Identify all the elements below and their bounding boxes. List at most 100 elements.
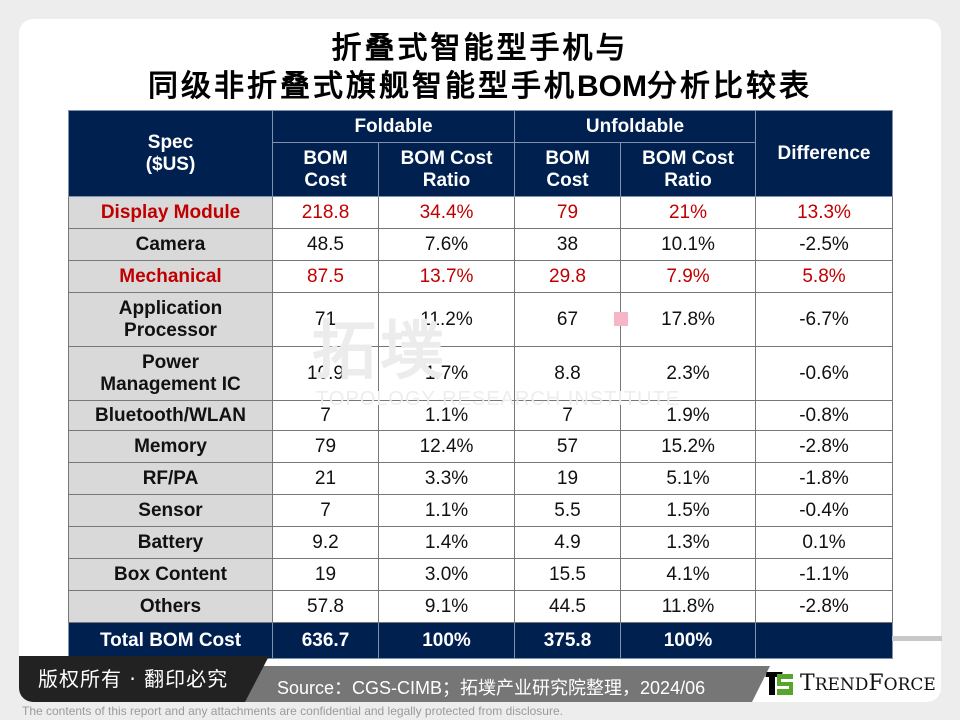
total-label: Total BOM Cost bbox=[68, 622, 273, 659]
title-line-1: 折叠式智能型手机与 bbox=[331, 31, 629, 66]
title-line-2-post: 分析比较表 bbox=[647, 69, 812, 104]
cell-foldable-ratio: 3.0% bbox=[378, 558, 515, 591]
header-foldable-ratio: BOM Cost Ratio bbox=[378, 142, 515, 197]
cell-spec: Box Content bbox=[68, 558, 273, 591]
title-line-2-bom: BOM bbox=[577, 70, 647, 103]
cell-spec: Memory bbox=[68, 430, 273, 463]
cell-spec: Application Processor bbox=[68, 292, 273, 347]
cell-unfoldable-ratio: 15.2% bbox=[619, 430, 757, 463]
cell-unfoldable-bom-cost: 38 bbox=[514, 228, 621, 261]
logo-letter: F bbox=[868, 670, 884, 696]
cell-unfoldable-ratio: 4.1% bbox=[619, 558, 757, 591]
watermark-logo-cn: 拓墣 bbox=[312, 315, 448, 389]
cell-spec: Camera bbox=[68, 228, 273, 261]
spec-label: Sensor bbox=[138, 499, 203, 521]
cell-spec: Power Management IC bbox=[68, 346, 273, 401]
cell-foldable-bom-cost: 9.2 bbox=[272, 526, 379, 559]
cell-foldable-ratio: 1.1% bbox=[378, 494, 515, 527]
table-row: RF/PA 21 3.3% 19 5.1% -1.8% bbox=[68, 462, 894, 495]
cell-foldable-ratio: 1.4% bbox=[378, 526, 515, 559]
header-text: Ratio bbox=[422, 169, 471, 191]
cell-foldable-bom-cost: 87.5 bbox=[272, 260, 379, 293]
total-row: Total BOM Cost 636.7 100% 375.8 100% bbox=[68, 622, 894, 659]
cell-unfoldable-ratio: 7.9% bbox=[619, 260, 757, 293]
total-foldable-bom-cost: 636.7 bbox=[272, 622, 379, 659]
spec-label: Mechanical bbox=[119, 265, 222, 287]
cell-foldable-bom-cost: 21 bbox=[272, 462, 379, 495]
header-unfoldable-ratio: BOM Cost Ratio bbox=[619, 142, 757, 197]
cell-foldable-bom-cost: 48.5 bbox=[272, 228, 379, 261]
cell-foldable-ratio: 13.7% bbox=[378, 260, 515, 293]
watermark-dot-icon bbox=[614, 312, 628, 326]
header-unfoldable-bom-cost: BOM Cost bbox=[514, 142, 621, 197]
cell-foldable-bom-cost: 218.8 bbox=[272, 196, 379, 229]
table-row: Application Processor 71 11.2% 67 17.8% -6.7% bbox=[68, 292, 894, 347]
header-spec: Spec ($US) bbox=[68, 110, 273, 197]
total-difference bbox=[755, 622, 894, 659]
cell-foldable-bom-cost: 57.8 bbox=[272, 590, 379, 623]
watermark-logo-en: TOPOLOGY RESEARCH INSTITUTE bbox=[316, 388, 681, 410]
cell-unfoldable-ratio: 11.8% bbox=[619, 590, 757, 623]
header-unfoldable: Unfoldable bbox=[513, 110, 757, 143]
spec-label: Camera bbox=[135, 233, 206, 255]
cell-difference: -2.8% bbox=[755, 590, 894, 623]
cell-unfoldable-bom-cost: 15.5 bbox=[514, 558, 621, 591]
cell-unfoldable-bom-cost: 44.5 bbox=[514, 590, 621, 623]
table-row: Sensor 7 1.1% 5.5 1.5% -0.4% bbox=[68, 494, 894, 527]
header-text: BOM bbox=[545, 147, 590, 169]
title-line-2-pre: 同级非折叠式旗舰智能型手机 bbox=[148, 69, 577, 104]
cell-difference: -0.8% bbox=[755, 400, 894, 431]
header-text: BOM Cost bbox=[642, 147, 734, 169]
header-spec-unit: ($US) bbox=[145, 153, 196, 175]
spec-label: Power bbox=[141, 351, 200, 373]
trendforce-logo-text: TRENDFORCE bbox=[800, 671, 936, 696]
spec-label: Others bbox=[139, 595, 202, 617]
header-text: Ratio bbox=[664, 169, 712, 191]
table-row: Box Content 19 3.0% 15.5 4.1% -1.1% bbox=[68, 558, 894, 591]
cell-difference: -2.8% bbox=[755, 430, 894, 463]
cell-difference: -2.5% bbox=[755, 228, 894, 261]
header-foldable: Foldable bbox=[272, 110, 515, 143]
page-title: 折叠式智能型手机与 同级非折叠式旗舰智能型手机BOM分析比较表 bbox=[0, 30, 960, 106]
header-text: Cost bbox=[304, 169, 347, 191]
source-text: Source：CGS-CIMB；拓墣产业研究院整理，2024/06 bbox=[277, 678, 706, 698]
cell-unfoldable-ratio: 1.3% bbox=[619, 526, 757, 559]
cell-foldable-bom-cost: 79 bbox=[272, 430, 379, 463]
cell-unfoldable-bom-cost: 19 bbox=[514, 462, 621, 495]
cell-unfoldable-bom-cost: 29.8 bbox=[514, 260, 621, 293]
cell-foldable-ratio: 3.3% bbox=[378, 462, 515, 495]
cell-unfoldable-ratio: 21% bbox=[619, 196, 757, 229]
cell-spec: Sensor bbox=[68, 494, 273, 527]
cell-foldable-bom-cost: 19 bbox=[272, 558, 379, 591]
cell-difference: -0.6% bbox=[755, 346, 894, 401]
header-text: BOM bbox=[303, 147, 348, 169]
bom-comparison-table: Spec ($US) Foldable Unfoldable Differenc… bbox=[68, 110, 894, 659]
cell-spec: Others bbox=[68, 590, 273, 623]
cell-difference: 13.3% bbox=[755, 196, 894, 229]
table-row: Others 57.8 9.1% 44.5 11.8% -2.8% bbox=[68, 590, 894, 623]
cell-difference: 5.8% bbox=[755, 260, 894, 293]
cell-difference: -0.4% bbox=[755, 494, 894, 527]
cell-difference: -1.8% bbox=[755, 462, 894, 495]
logo-letters: ORCE bbox=[883, 674, 936, 695]
cell-unfoldable-ratio: 5.1% bbox=[619, 462, 757, 495]
header-text: BOM Cost bbox=[400, 147, 493, 169]
cell-unfoldable-bom-cost: 4.9 bbox=[514, 526, 621, 559]
cell-unfoldable-bom-cost: 67 bbox=[514, 292, 621, 347]
spec-label: RF/PA bbox=[142, 467, 199, 489]
spec-label: Bluetooth/WLAN bbox=[95, 404, 246, 426]
spec-label: Battery bbox=[137, 531, 204, 553]
cell-unfoldable-ratio: 17.8% bbox=[619, 292, 757, 347]
table-row: Memory 79 12.4% 57 15.2% -2.8% bbox=[68, 430, 894, 463]
cell-foldable-ratio: 7.6% bbox=[378, 228, 515, 261]
cell-spec: Display Module bbox=[68, 196, 273, 229]
disclaimer-text: The contents of this report and any atta… bbox=[22, 704, 563, 718]
total-foldable-ratio: 100% bbox=[378, 622, 515, 659]
cell-unfoldable-bom-cost: 79 bbox=[514, 196, 621, 229]
total-unfoldable-ratio: 100% bbox=[619, 622, 757, 659]
table-row: Camera 48.5 7.6% 38 10.1% -2.5% bbox=[68, 228, 894, 261]
cell-foldable-ratio: 12.4% bbox=[378, 430, 515, 463]
cell-unfoldable-ratio: 10.1% bbox=[619, 228, 757, 261]
cell-difference: 0.1% bbox=[755, 526, 894, 559]
total-unfoldable-bom-cost: 375.8 bbox=[514, 622, 621, 659]
